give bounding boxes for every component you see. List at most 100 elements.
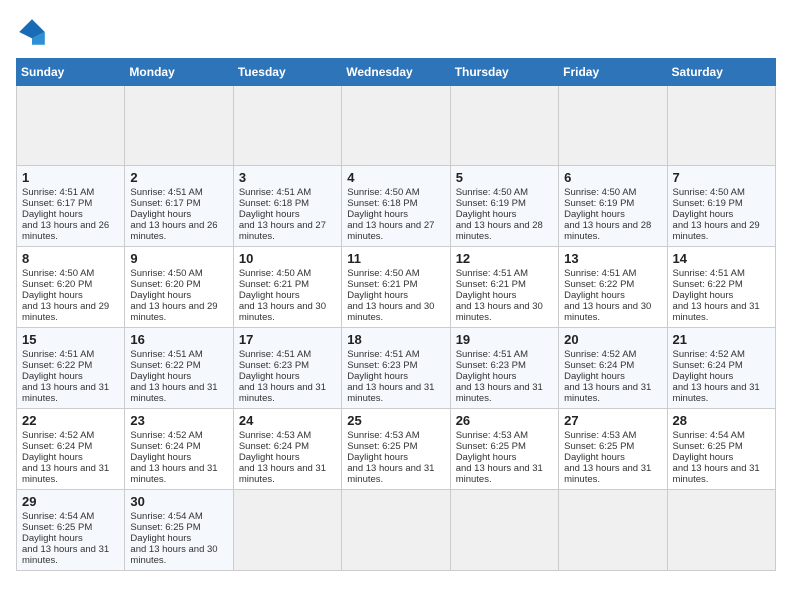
day-number: 2 [130, 170, 227, 185]
header-monday: Monday [125, 59, 233, 86]
cell-info: Sunrise: 4:54 AMSunset: 6:25 PMDaylight … [22, 511, 109, 566]
calendar-cell: 23 Sunrise: 4:52 AMSunset: 6:24 PMDayligh… [125, 409, 233, 490]
day-number: 16 [130, 332, 227, 347]
calendar-cell [17, 86, 125, 166]
calendar-cell: 11 Sunrise: 4:50 AMSunset: 6:21 PMDayligh… [342, 247, 450, 328]
header-wednesday: Wednesday [342, 59, 450, 86]
calendar-cell: 30 Sunrise: 4:54 AMSunset: 6:25 PMDayligh… [125, 490, 233, 571]
calendar-cell [450, 490, 558, 571]
cell-info: Sunrise: 4:51 AMSunset: 6:22 PMDaylight … [22, 349, 109, 404]
calendar-cell: 1 Sunrise: 4:51 AMSunset: 6:17 PMDaylight… [17, 166, 125, 247]
cell-info: Sunrise: 4:53 AMSunset: 6:24 PMDaylight … [239, 430, 326, 485]
day-number: 7 [673, 170, 770, 185]
calendar-cell: 26 Sunrise: 4:53 AMSunset: 6:25 PMDayligh… [450, 409, 558, 490]
calendar-week-row: 15Sunrise: 4:51 AMSunset: 6:22 PMDayligh… [17, 328, 776, 409]
calendar-cell: 24Sunrise: 4:53 AMSunset: 6:24 PMDayligh… [233, 409, 341, 490]
cell-info: Sunrise: 4:51 AMSunset: 6:17 PMDaylight … [22, 187, 109, 242]
day-number: 12 [456, 251, 553, 266]
cell-info: Sunrise: 4:51 AMSunset: 6:21 PMDaylight … [456, 268, 543, 323]
page-header [16, 16, 776, 48]
calendar-cell: 7 Sunrise: 4:50 AMSunset: 6:19 PMDaylight… [667, 166, 775, 247]
calendar-cell [667, 86, 775, 166]
calendar-cell: 13Sunrise: 4:51 AMSunset: 6:22 PMDayligh… [559, 247, 667, 328]
calendar-week-row [17, 86, 776, 166]
day-number: 22 [22, 413, 119, 428]
day-number: 26 [456, 413, 553, 428]
cell-info: Sunrise: 4:52 AMSunset: 6:24 PMDaylight … [130, 430, 217, 485]
calendar-cell: 18 Sunrise: 4:51 AMSunset: 6:23 PMDayligh… [342, 328, 450, 409]
cell-info: Sunrise: 4:50 AMSunset: 6:19 PMDaylight … [456, 187, 543, 242]
day-number: 18 [347, 332, 444, 347]
calendar-cell [559, 86, 667, 166]
cell-info: Sunrise: 4:51 AMSunset: 6:17 PMDaylight … [130, 187, 217, 242]
day-number: 6 [564, 170, 661, 185]
day-number: 20 [564, 332, 661, 347]
calendar-cell: 16Sunrise: 4:51 AMSunset: 6:22 PMDayligh… [125, 328, 233, 409]
day-number: 21 [673, 332, 770, 347]
calendar-cell: 2 Sunrise: 4:51 AMSunset: 6:17 PMDaylight… [125, 166, 233, 247]
calendar-week-row: 29Sunrise: 4:54 AMSunset: 6:25 PMDayligh… [17, 490, 776, 571]
day-number: 17 [239, 332, 336, 347]
cell-info: Sunrise: 4:54 AMSunset: 6:25 PMDaylight … [130, 511, 217, 566]
day-number: 4 [347, 170, 444, 185]
day-number: 28 [673, 413, 770, 428]
day-number: 10 [239, 251, 336, 266]
cell-info: Sunrise: 4:52 AMSunset: 6:24 PMDaylight … [673, 349, 760, 404]
cell-info: Sunrise: 4:50 AMSunset: 6:20 PMDaylight … [130, 268, 217, 323]
calendar-cell [233, 86, 341, 166]
day-number: 14 [673, 251, 770, 266]
cell-info: Sunrise: 4:53 AMSunset: 6:25 PMDaylight … [564, 430, 651, 485]
calendar-cell: 8 Sunrise: 4:50 AMSunset: 6:20 PMDaylight… [17, 247, 125, 328]
calendar-cell: 27 Sunrise: 4:53 AMSunset: 6:25 PMDayligh… [559, 409, 667, 490]
cell-info: Sunrise: 4:52 AMSunset: 6:24 PMDaylight … [22, 430, 109, 485]
day-number: 13 [564, 251, 661, 266]
day-number: 19 [456, 332, 553, 347]
calendar-cell: 14 Sunrise: 4:51 AMSunset: 6:22 PMDayligh… [667, 247, 775, 328]
calendar-cell [667, 490, 775, 571]
cell-info: Sunrise: 4:51 AMSunset: 6:22 PMDaylight … [673, 268, 760, 323]
day-number: 27 [564, 413, 661, 428]
cell-info: Sunrise: 4:51 AMSunset: 6:18 PMDaylight … [239, 187, 326, 242]
calendar-cell: 9 Sunrise: 4:50 AMSunset: 6:20 PMDaylight… [125, 247, 233, 328]
day-number: 8 [22, 251, 119, 266]
calendar-cell: 3 Sunrise: 4:51 AMSunset: 6:18 PMDaylight… [233, 166, 341, 247]
cell-info: Sunrise: 4:50 AMSunset: 6:21 PMDaylight … [239, 268, 326, 323]
cell-info: Sunrise: 4:51 AMSunset: 6:23 PMDaylight … [456, 349, 543, 404]
cell-info: Sunrise: 4:50 AMSunset: 6:19 PMDaylight … [673, 187, 760, 242]
cell-info: Sunrise: 4:50 AMSunset: 6:18 PMDaylight … [347, 187, 434, 242]
cell-info: Sunrise: 4:53 AMSunset: 6:25 PMDaylight … [347, 430, 434, 485]
calendar-cell: 5Sunrise: 4:50 AMSunset: 6:19 PMDaylight… [450, 166, 558, 247]
calendar-cell: 15Sunrise: 4:51 AMSunset: 6:22 PMDayligh… [17, 328, 125, 409]
calendar-cell: 19 Sunrise: 4:51 AMSunset: 6:23 PMDayligh… [450, 328, 558, 409]
calendar-cell: 12 Sunrise: 4:51 AMSunset: 6:21 PMDayligh… [450, 247, 558, 328]
header-sunday: Sunday [17, 59, 125, 86]
calendar-cell: 6Sunrise: 4:50 AMSunset: 6:19 PMDaylight… [559, 166, 667, 247]
cell-info: Sunrise: 4:52 AMSunset: 6:24 PMDaylight … [564, 349, 651, 404]
cell-info: Sunrise: 4:50 AMSunset: 6:20 PMDaylight … [22, 268, 109, 323]
cell-info: Sunrise: 4:50 AMSunset: 6:21 PMDaylight … [347, 268, 434, 323]
calendar-cell [342, 86, 450, 166]
day-number: 23 [130, 413, 227, 428]
cell-info: Sunrise: 4:54 AMSunset: 6:25 PMDaylight … [673, 430, 760, 485]
calendar-cell: 20 Sunrise: 4:52 AMSunset: 6:24 PMDayligh… [559, 328, 667, 409]
calendar-week-row: 8 Sunrise: 4:50 AMSunset: 6:20 PMDaylight… [17, 247, 776, 328]
calendar-week-row: 1 Sunrise: 4:51 AMSunset: 6:17 PMDaylight… [17, 166, 776, 247]
calendar-cell [559, 490, 667, 571]
calendar-cell [233, 490, 341, 571]
day-number: 9 [130, 251, 227, 266]
calendar-cell [342, 490, 450, 571]
day-number: 30 [130, 494, 227, 509]
calendar-cell: 17Sunrise: 4:51 AMSunset: 6:23 PMDayligh… [233, 328, 341, 409]
header-saturday: Saturday [667, 59, 775, 86]
calendar-cell: 29Sunrise: 4:54 AMSunset: 6:25 PMDayligh… [17, 490, 125, 571]
cell-info: Sunrise: 4:53 AMSunset: 6:25 PMDaylight … [456, 430, 543, 485]
cell-info: Sunrise: 4:51 AMSunset: 6:23 PMDaylight … [347, 349, 434, 404]
day-number: 3 [239, 170, 336, 185]
day-number: 25 [347, 413, 444, 428]
day-number: 1 [22, 170, 119, 185]
day-number: 11 [347, 251, 444, 266]
logo-icon [16, 16, 48, 48]
calendar-cell: 10 Sunrise: 4:50 AMSunset: 6:21 PMDayligh… [233, 247, 341, 328]
header-friday: Friday [559, 59, 667, 86]
logo [16, 16, 54, 48]
